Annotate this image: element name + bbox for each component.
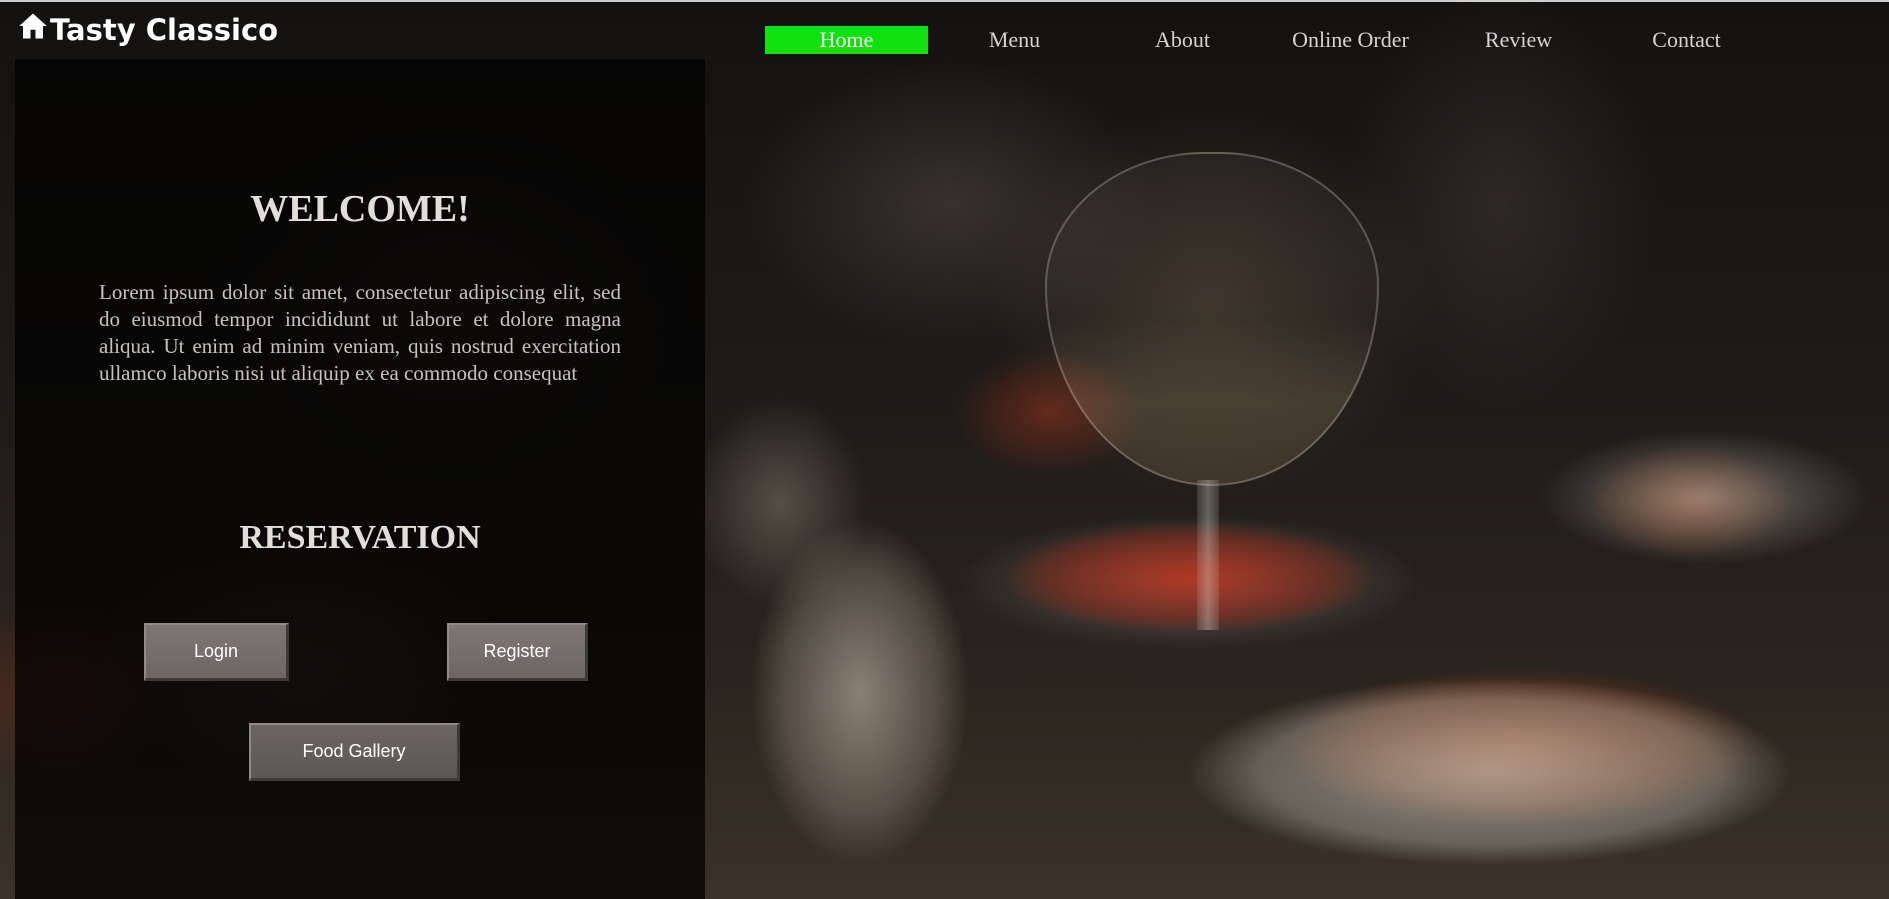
welcome-panel: WELCOME! Lorem ipsum dolor sit amet, con… [15,59,705,899]
nav-menu[interactable]: Menu [933,26,1096,54]
reservation-title: RESERVATION [239,519,481,556]
main-nav: Home Menu About Online Order Review Cont… [765,26,1773,54]
register-button[interactable]: Register [447,623,588,681]
nav-online-order[interactable]: Online Order [1269,26,1432,54]
brand-logo[interactable]: Tasty Classico [18,12,278,47]
nav-contact[interactable]: Contact [1605,26,1768,54]
home-icon [18,12,48,47]
page: Tasty Classico Home Menu About Online Or… [0,0,1889,899]
nav-review[interactable]: Review [1437,26,1600,54]
intro-text: Lorem ipsum dolor sit amet, consectetur … [99,280,621,385]
brand-name: Tasty Classico [50,12,279,47]
food-gallery-button[interactable]: Food Gallery [249,723,460,781]
login-button[interactable]: Login [144,623,289,681]
wine-glass-stem-decoration [1197,480,1219,630]
nav-home[interactable]: Home [765,26,928,54]
nav-about[interactable]: About [1101,26,1264,54]
welcome-title: WELCOME! [250,188,470,230]
